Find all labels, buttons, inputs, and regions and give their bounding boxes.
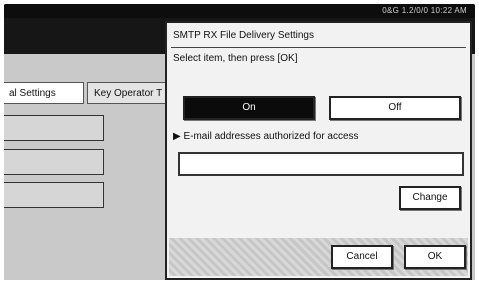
status-text: 0&G 1.2/0/0 10:22 AM — [382, 6, 467, 15]
dialog-footer: Cancel OK — [169, 238, 468, 276]
change-button[interactable]: Change — [399, 186, 461, 210]
off-button[interactable]: Off — [329, 96, 461, 120]
dialog-instruction: Select item, then press [OK] — [173, 53, 298, 64]
status-bar: 0&G 1.2/0/0 10:22 AM — [4, 4, 475, 18]
email-addresses-field[interactable] — [178, 152, 464, 176]
cancel-button[interactable]: Cancel — [331, 245, 393, 269]
tab-general-settings[interactable]: al Settings — [4, 82, 84, 104]
setting-item-2[interactable] — [4, 149, 104, 175]
setting-item-3[interactable] — [4, 182, 104, 208]
dialog-divider — [171, 47, 466, 48]
email-addresses-label: ▶ E-mail addresses authorized for access — [173, 131, 359, 142]
ok-button[interactable]: OK — [404, 245, 466, 269]
tab-key-operator-tools[interactable]: Key Operator T — [87, 82, 167, 104]
on-button[interactable]: On — [183, 96, 315, 120]
setting-item-1[interactable] — [4, 115, 104, 141]
smtp-rx-delivery-dialog: SMTP RX File Delivery Settings Select it… — [165, 21, 472, 280]
dialog-title: SMTP RX File Delivery Settings — [173, 30, 314, 41]
device-screen: 0&G 1.2/0/0 10:22 AM al Settings Key Ope… — [4, 4, 475, 280]
